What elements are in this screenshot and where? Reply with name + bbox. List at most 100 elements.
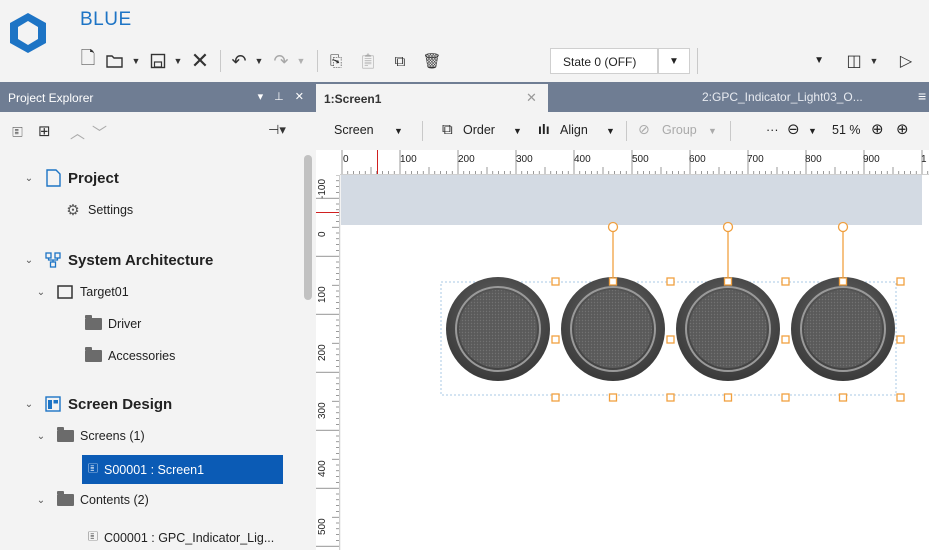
save-icon[interactable] <box>146 49 170 73</box>
tree-item-accessories[interactable]: Accessories <box>84 344 175 368</box>
open-dropdown-icon[interactable]: ▼ <box>130 56 142 66</box>
horizontal-ruler[interactable]: 0 100 200 300 400 500 600 700 800 900 1 <box>340 150 929 175</box>
open-folder-icon[interactable] <box>102 49 128 73</box>
group-icon[interactable]: ⊘ <box>638 121 650 138</box>
zoom-level[interactable]: 51 % <box>832 123 861 137</box>
indicator-light-3[interactable] <box>676 277 780 381</box>
canvas-right-edge <box>922 175 929 550</box>
folder-icon <box>56 491 74 509</box>
zoom-fit-icon[interactable]: ⊕ <box>896 120 909 138</box>
indicator-light-1[interactable] <box>446 277 550 381</box>
selection-lines <box>607 221 849 280</box>
order-dropdown-icon[interactable]: ▼ <box>513 126 522 136</box>
group-menu[interactable]: Group <box>662 123 697 137</box>
screen-dropdown-icon[interactable]: ▼ <box>394 126 403 136</box>
screen-menu[interactable]: Screen <box>334 123 374 137</box>
ruler-corner <box>316 150 340 175</box>
delete-icon[interactable]: ✕ <box>188 48 212 73</box>
toolbar-separator <box>626 121 627 141</box>
tab-screen1[interactable]: 1:Screen1 ✕ <box>316 82 548 112</box>
copy-icon[interactable]: ⎘ <box>324 49 348 73</box>
move-down-icon[interactable]: ﹀ <box>92 122 107 143</box>
chevron-down-icon[interactable]: ⌄ <box>22 255 36 266</box>
tree-item-target[interactable]: ⌄ Target01 <box>34 280 129 304</box>
chevron-down-icon[interactable]: ⌄ <box>22 173 36 184</box>
toolbar-separator <box>220 50 221 72</box>
undo-icon[interactable]: ↶ <box>227 49 251 73</box>
tree-item-screen-design[interactable]: ⌄ Screen Design <box>22 392 172 416</box>
ruler-cursor-marker <box>316 212 339 213</box>
redo-icon[interactable]: ↷ <box>269 49 293 73</box>
properties-icon[interactable]: 🗉 <box>12 122 23 147</box>
redo-dropdown-icon[interactable]: ▼ <box>295 56 307 66</box>
app-logo-icon <box>10 13 46 53</box>
tree-item-screen1[interactable]: 🗉 S00001 : Screen1 <box>82 455 283 484</box>
align-dropdown-icon[interactable]: ▼ <box>606 126 615 136</box>
tree-item-contents[interactable]: ⌄ Contents (2) <box>34 488 149 512</box>
paste-icon[interactable]: 📋︎ <box>356 49 380 73</box>
align-menu[interactable]: Align <box>560 123 588 137</box>
document-tabs: 1:Screen1 ✕ 2:GPC_Indicator_Light03_O...… <box>316 82 929 112</box>
duplicate-icon[interactable]: ⧉ <box>388 49 412 73</box>
tree-item-driver[interactable]: Driver <box>84 312 141 336</box>
trash-icon[interactable]: 🗑︎ <box>420 49 444 73</box>
indicator-lights-group[interactable] <box>341 175 929 550</box>
target-box-icon <box>56 283 74 301</box>
align-icon[interactable]: ılı <box>538 121 550 137</box>
state-dropdown-icon[interactable]: ▼ <box>658 48 690 74</box>
chevron-down-icon[interactable]: ⌄ <box>34 495 48 506</box>
folder-icon <box>84 315 102 333</box>
tree-item-screens[interactable]: ⌄ Screens (1) <box>34 424 145 448</box>
undo-dropdown-icon[interactable]: ▼ <box>253 56 265 66</box>
zoom-dropdown-icon[interactable]: ▼ <box>808 126 817 136</box>
run-icon[interactable]: ▷ <box>894 49 918 73</box>
chevron-down-icon[interactable]: ⌄ <box>34 287 48 298</box>
chevron-down-icon[interactable]: ⌄ <box>22 399 36 410</box>
move-up-icon[interactable]: ︿ <box>70 122 85 143</box>
gear-icon: ⚙ <box>66 202 80 219</box>
secondary-combo[interactable]: ▼ <box>697 48 832 74</box>
tree-item-content1[interactable]: 🗉 C00001 : GPC_Indicator_Lig... <box>84 526 274 550</box>
new-folder-icon[interactable]: ⊞ <box>38 122 51 140</box>
project-explorer-title: Project Explorer <box>8 91 94 105</box>
title-toolbar-area: BLUE 🗋 ▼ ▼ ✕ ↶ ▼ ↷ ▼ ⎘ 📋︎ ⧉ 🗑︎ State 0 (… <box>0 0 929 82</box>
tree-scrollbar[interactable] <box>304 155 312 300</box>
toolbar-separator <box>317 50 318 72</box>
zoom-out-icon[interactable]: ⊖ <box>787 120 800 138</box>
ruler-cursor-marker <box>377 150 378 174</box>
indicator-light-4[interactable] <box>791 277 895 381</box>
indicator-light-2[interactable] <box>561 277 665 381</box>
screen-design-icon <box>44 395 62 413</box>
vertical-ruler[interactable]: -100 0 100 200 300 400 500 <box>316 175 340 550</box>
close-icon[interactable]: ✕ <box>526 90 537 106</box>
zoom-in-icon[interactable]: ⊕ <box>871 120 884 138</box>
app-title: BLUE <box>80 9 132 30</box>
screen-canvas[interactable] <box>341 175 929 550</box>
page-icon <box>44 169 62 187</box>
toolbar-separator <box>730 121 731 141</box>
tab-indicator-light[interactable]: 2:GPC_Indicator_Light03_O... <box>702 90 863 104</box>
order-icon[interactable]: ⧉ <box>442 121 453 138</box>
tree-item-settings[interactable]: ⚙ Settings <box>64 198 133 222</box>
layout-dropdown-icon[interactable]: ▼ <box>868 56 880 66</box>
pin-dropdown-icon[interactable]: ⊣▾ <box>268 122 286 138</box>
state-select[interactable]: State 0 (OFF) <box>550 48 658 74</box>
main-toolbar: 🗋 ▼ ▼ ✕ ↶ ▼ ↷ ▼ ⎘ 📋︎ ⧉ 🗑︎ <box>76 45 446 77</box>
group-dropdown-icon[interactable]: ▼ <box>708 126 717 136</box>
project-tree: ⌄ Project ⚙ Settings ⌄ System Architectu… <box>0 150 305 550</box>
network-icon <box>44 251 62 269</box>
save-dropdown-icon[interactable]: ▼ <box>172 56 184 66</box>
panel-controls[interactable]: ▾ ⊥ ✕ <box>258 90 308 103</box>
new-file-icon[interactable]: 🗋 <box>76 48 100 73</box>
toolbar-separator <box>422 121 423 141</box>
layout-icon[interactable]: ◫ <box>842 49 866 73</box>
order-menu[interactable]: Order <box>463 123 495 137</box>
tree-item-system-architecture[interactable]: ⌄ System Architecture <box>22 248 214 272</box>
tab-list-icon[interactable]: ≡ <box>918 88 929 104</box>
more-options[interactable]: ··· <box>766 123 779 137</box>
tree-item-project[interactable]: ⌄ Project <box>22 166 119 190</box>
chevron-down-icon[interactable]: ⌄ <box>34 431 48 442</box>
folder-icon <box>84 347 102 365</box>
content-page-icon: 🗉 <box>87 528 99 544</box>
folder-icon <box>56 427 74 445</box>
